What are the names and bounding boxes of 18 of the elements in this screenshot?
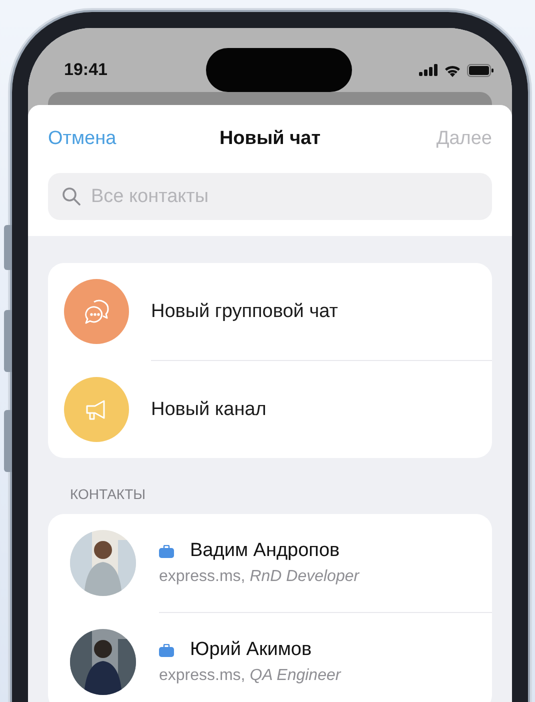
section-header: КОНТАКТЫ [69, 485, 147, 504]
contact-name: Вадим Андропов [190, 540, 340, 562]
contact-subtitle: express.ms, RnD Developer [159, 568, 360, 586]
status-time: 19:41 [64, 60, 108, 80]
action-label: Новый групповой чат [151, 300, 338, 322]
signal-icon [419, 64, 438, 76]
action-item[interactable]: Новый канал [48, 361, 492, 458]
action-label: Новый канал [151, 398, 266, 420]
contact-item[interactable]: Юрий Акимов express.ms, QA Engineer [48, 613, 492, 702]
search-field[interactable]: Все контакты [48, 173, 492, 220]
contact-item[interactable]: Вадим Андропов express.ms, RnD Developer [48, 514, 492, 612]
screen-title: Новый чат [219, 128, 321, 150]
contact-subtitle: express.ms, QA Engineer [159, 667, 341, 685]
wifi-icon [444, 64, 461, 76]
battery-icon [467, 64, 494, 76]
contact-name: Юрий Акимов [190, 639, 312, 661]
chat-bubbles-icon [82, 298, 110, 326]
action-item[interactable]: Новый групповой чат [48, 263, 492, 360]
